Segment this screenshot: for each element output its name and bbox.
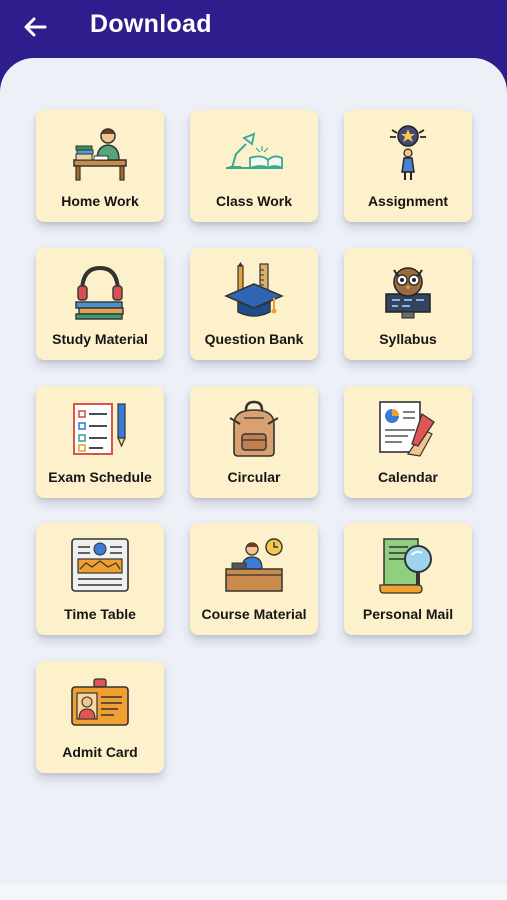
headphones-books-icon: [75, 265, 124, 320]
arrow-left-icon[interactable]: [20, 12, 50, 42]
tile-exam-schedule[interactable]: Exam Schedule: [36, 386, 164, 498]
tile-circular[interactable]: Circular: [190, 386, 318, 498]
tile-class-work[interactable]: Class Work: [190, 110, 318, 222]
document-pen-icon: [379, 401, 435, 457]
tile-label: Syllabus: [379, 331, 437, 347]
tile-study-material[interactable]: Study Material: [36, 248, 164, 360]
graduation-cap-icon: [224, 262, 284, 317]
backpack-icon: [229, 400, 279, 457]
tile-course-material[interactable]: Course Material: [190, 523, 318, 635]
download-grid: Home Work Class Work Assignment Study Ma…: [0, 58, 507, 900]
newspaper-icon: [71, 538, 129, 592]
desk-lamp-book-icon: [226, 132, 283, 170]
idea-person-icon: [390, 125, 426, 180]
tile-label: Admit Card: [62, 744, 138, 760]
tile-label: Question Bank: [204, 331, 304, 347]
student-desk-icon: [73, 128, 127, 181]
id-card-icon: [71, 678, 129, 726]
page-title: Download: [90, 10, 212, 38]
tile-calendar[interactable]: Calendar: [344, 386, 472, 498]
tile-admit-card[interactable]: Admit Card: [36, 661, 164, 773]
teacher-desk-clock-icon: [225, 538, 283, 592]
tile-label: Circular: [227, 469, 281, 485]
owl-monitor-icon: [385, 267, 431, 319]
checklist-icon: [73, 403, 126, 455]
tile-label: Course Material: [201, 606, 307, 622]
tile-label: Assignment: [367, 193, 449, 209]
tile-question-bank[interactable]: Question Bank: [190, 248, 318, 360]
tile-syllabus[interactable]: Syllabus: [344, 248, 472, 360]
tile-label: Time Table: [64, 606, 136, 622]
tile-label: Home Work: [61, 193, 139, 209]
tile-label: Exam Schedule: [48, 469, 152, 485]
tile-assignment[interactable]: Assignment: [344, 110, 472, 222]
document-magnifier-icon: [379, 538, 432, 594]
tile-label: Personal Mail: [362, 606, 454, 622]
tile-label: Calendar: [378, 469, 438, 485]
tile-home-work[interactable]: Home Work: [36, 110, 164, 222]
bottom-divider: [0, 885, 507, 900]
tile-time-table[interactable]: Time Table: [36, 523, 164, 635]
tile-label: Study Material: [52, 331, 148, 347]
tile-label: Class Work: [216, 193, 292, 209]
tile-personal-mail[interactable]: Personal Mail: [344, 523, 472, 635]
